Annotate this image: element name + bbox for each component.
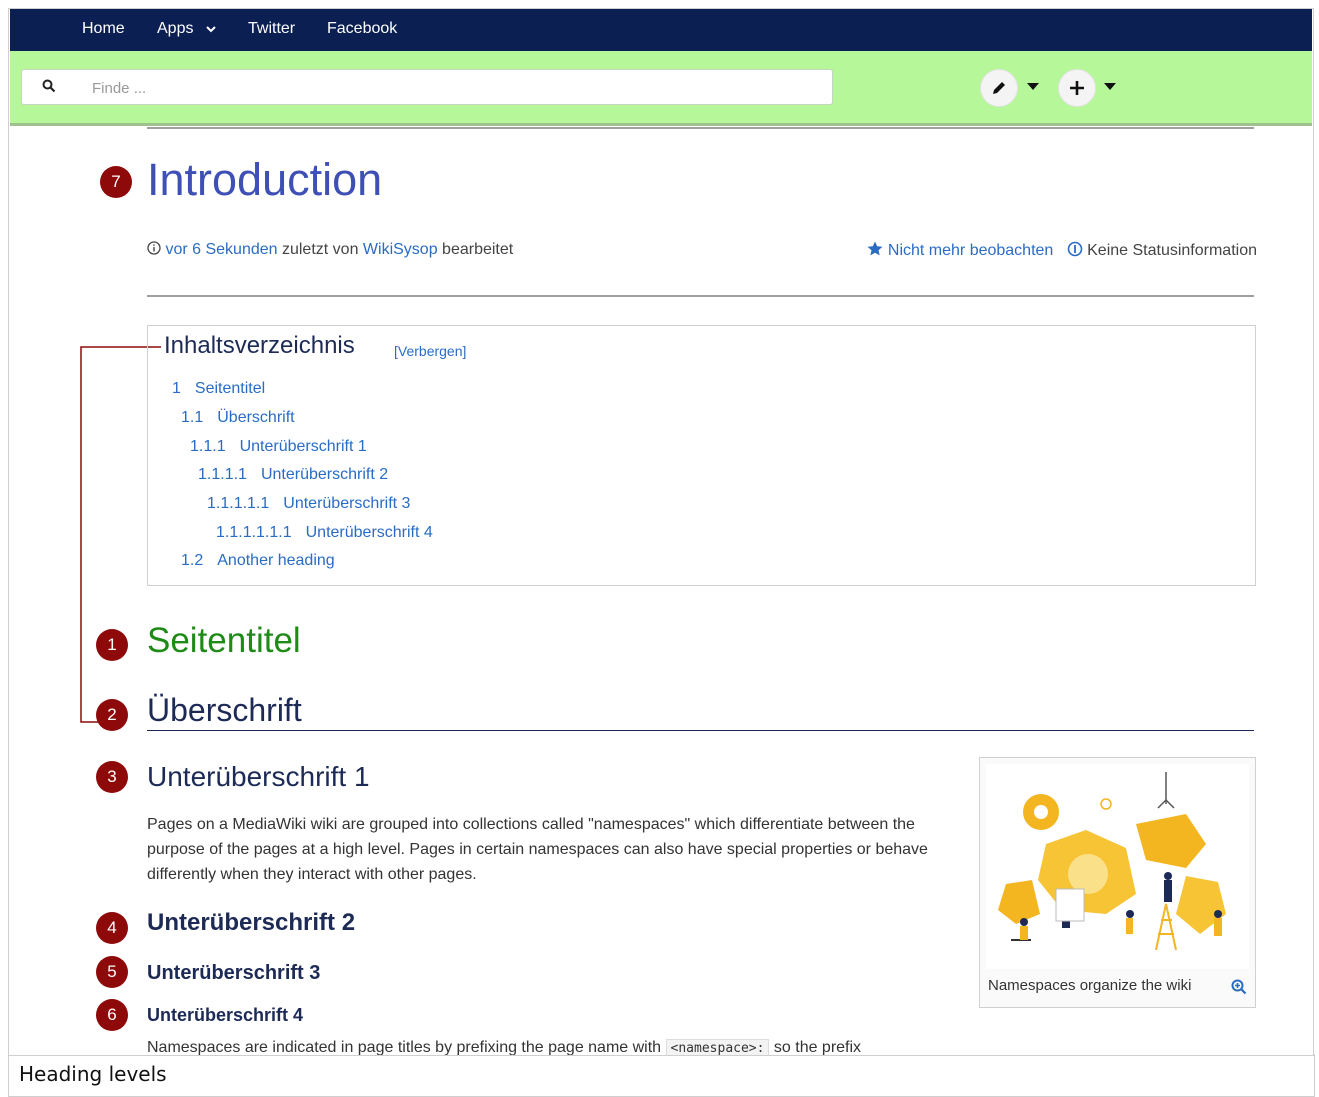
annotation-badge: 2 xyxy=(96,699,128,731)
heading-underline xyxy=(147,730,1254,731)
toc-item-label: Unterüberschrift 2 xyxy=(260,466,389,483)
heading-unterueberschrift-2: Unterüberschrift 2 xyxy=(147,909,356,936)
toc-item[interactable]: 1.1.1.1.1.1 Unterüberschrift 4 xyxy=(216,524,433,542)
toc-item-number: 1.1.1.1.1.1 xyxy=(216,524,292,541)
heading-unterueberschrift-3: Unterüberschrift 3 xyxy=(147,962,321,984)
toc-item-number: 1.1 xyxy=(181,409,204,426)
namespaces-illustration[interactable] xyxy=(986,764,1249,969)
toc-toggle[interactable]: [Verbergen] xyxy=(394,343,466,359)
info-icon xyxy=(147,241,165,258)
page-meta: vor 6 Sekunden zuletzt von WikiSysop bea… xyxy=(147,241,513,259)
status-text: Keine Statusinformation xyxy=(1087,242,1257,259)
user-link[interactable]: WikiSysop xyxy=(363,241,438,258)
toc-item[interactable]: 1.1.1.1 Unterüberschrift 2 xyxy=(198,466,388,484)
toc-item-number: 1 xyxy=(172,380,181,397)
toc-item-number: 1.1.1.1 xyxy=(198,466,247,483)
toc-item[interactable]: 1.2 Another heading xyxy=(181,552,335,570)
status-info[interactable]: Keine Statusinformation xyxy=(1067,241,1257,259)
toc-item-label: Unterüberschrift 1 xyxy=(239,438,367,455)
annotation-badge: 1 xyxy=(96,629,128,661)
table-of-contents: Inhaltsverzeichnis [Verbergen] 1 Seitenti… xyxy=(147,325,1256,586)
toc-item[interactable]: 1.1.1.1.1 Unterüberschrift 3 xyxy=(207,495,410,513)
toc-item-label: Unterüberschrift 3 xyxy=(283,495,411,512)
heading-unterueberschrift-1: Unterüberschrift 1 xyxy=(147,761,370,792)
toc-item-label: Überschrift xyxy=(217,409,295,426)
toc-item-number: 1.2 xyxy=(181,552,204,569)
figure-caption: Heading levels xyxy=(19,1062,167,1086)
page-actions: Nicht mehr beobachten Keine Statusinform… xyxy=(867,241,1257,260)
unwatch-link: Nicht mehr beobachten xyxy=(887,242,1054,259)
toc-item-label: Unterüberschrift 4 xyxy=(305,524,433,541)
annotation-badge: 7 xyxy=(100,166,132,198)
heading-unterueberschrift-4: Unterüberschrift 4 xyxy=(147,1005,304,1025)
caption-box xyxy=(8,1054,1315,1097)
star-icon xyxy=(867,241,887,259)
toc-item[interactable]: 1.1.1 Unterüberschrift 1 xyxy=(190,438,367,456)
toc-title: Inhaltsverzeichnis xyxy=(164,332,355,359)
meta-text: zuletzt von xyxy=(277,241,363,258)
annotation-badge: 3 xyxy=(96,761,128,793)
meta-text-end: bearbeitet xyxy=(437,241,514,258)
heading-seitentitel: Seitentitel xyxy=(147,621,301,660)
toc-item[interactable]: 1 Seitentitel xyxy=(172,380,265,398)
toc-item-label: Seitentitel xyxy=(194,380,266,397)
magnify-icon[interactable] xyxy=(1231,979,1247,1000)
thumbnail-caption: Namespaces organize the wiki xyxy=(988,977,1192,994)
toc-item-label: Another heading xyxy=(217,552,335,569)
thumbnail: Namespaces organize the wiki xyxy=(979,757,1256,1008)
toc-item-number: 1.1.1 xyxy=(190,438,226,455)
annotation-badge: 4 xyxy=(96,912,128,944)
heading-ueberschrift: Überschrift xyxy=(147,692,302,728)
paragraph: Pages on a MediaWiki wiki are grouped in… xyxy=(147,816,928,883)
annotation-badge: 5 xyxy=(96,956,128,988)
meta-divider xyxy=(147,295,1254,297)
screenshot-frame: Home Apps Twitter Facebook Finde ... 7 I… xyxy=(8,8,1314,1056)
last-edit-link[interactable]: vor 6 Sekunden xyxy=(165,241,277,258)
page-title: Introduction xyxy=(147,154,383,205)
toc-item-number: 1.1.1.1.1 xyxy=(207,495,270,512)
annotation-badge: 6 xyxy=(96,999,128,1031)
toc-item[interactable]: 1.1 Überschrift xyxy=(181,409,295,427)
unwatch-action[interactable]: Nicht mehr beobachten xyxy=(867,241,1057,259)
status-icon xyxy=(1067,241,1087,259)
